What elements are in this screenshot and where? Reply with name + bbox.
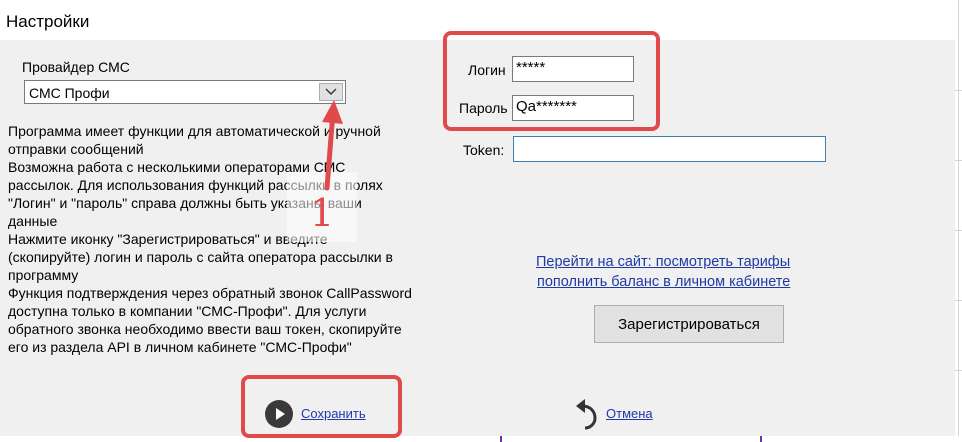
- undo-arrow-icon[interactable]: [573, 397, 601, 431]
- balance-link[interactable]: пополнить баланс в личном кабинете: [537, 274, 790, 290]
- description-line: его из раздела API в личном кабинете "СМ…: [8, 339, 352, 355]
- description-line: данные: [8, 213, 58, 229]
- annotation-highlight-credentials: [443, 31, 660, 131]
- description-line: отправки сообщений: [8, 141, 144, 157]
- background-sheet-strip: [955, 0, 962, 442]
- cancel-button[interactable]: Отмена: [606, 406, 653, 421]
- token-input[interactable]: [513, 136, 826, 162]
- description-line: (скопируйте) логин и пароль с сайта опер…: [8, 249, 393, 265]
- description-line: программу: [8, 267, 79, 283]
- description-line: Функция подтверждения через обратный зво…: [8, 285, 412, 301]
- description-text: Программа имеет функции для автоматическ…: [8, 122, 448, 356]
- description-line: Возможна работа с несколькими операторам…: [8, 159, 346, 175]
- description-line: обратного звонка необходимо ввести ваш т…: [8, 321, 402, 337]
- description-line: "Логин" и "пароль" справа должны быть ук…: [8, 195, 362, 211]
- annotation-number: 1: [310, 191, 335, 235]
- provider-selected-value: СМС Профи: [29, 85, 110, 101]
- token-label: Token:: [463, 142, 505, 158]
- register-button[interactable]: Зарегистрироваться: [594, 305, 784, 343]
- description-line: рассылок. Для использования функций расс…: [8, 177, 383, 193]
- background-sheet-bottom: [0, 436, 962, 442]
- provider-label: Провайдер СМС: [22, 59, 130, 75]
- chevron-down-icon[interactable]: [319, 83, 343, 101]
- description-line: доступна только в компании "СМС-Профи". …: [8, 303, 367, 319]
- tariffs-link[interactable]: Перейти на сайт: посмотреть тарифы: [536, 254, 790, 270]
- window-title: Настройки: [6, 12, 90, 31]
- annotation-highlight-save: [241, 375, 402, 438]
- provider-select[interactable]: СМС Профи: [24, 80, 346, 104]
- description-line: Нажмите иконку "Зарегистрироваться" и вв…: [8, 231, 328, 247]
- description-line: Программа имеет функции для автоматическ…: [8, 123, 381, 139]
